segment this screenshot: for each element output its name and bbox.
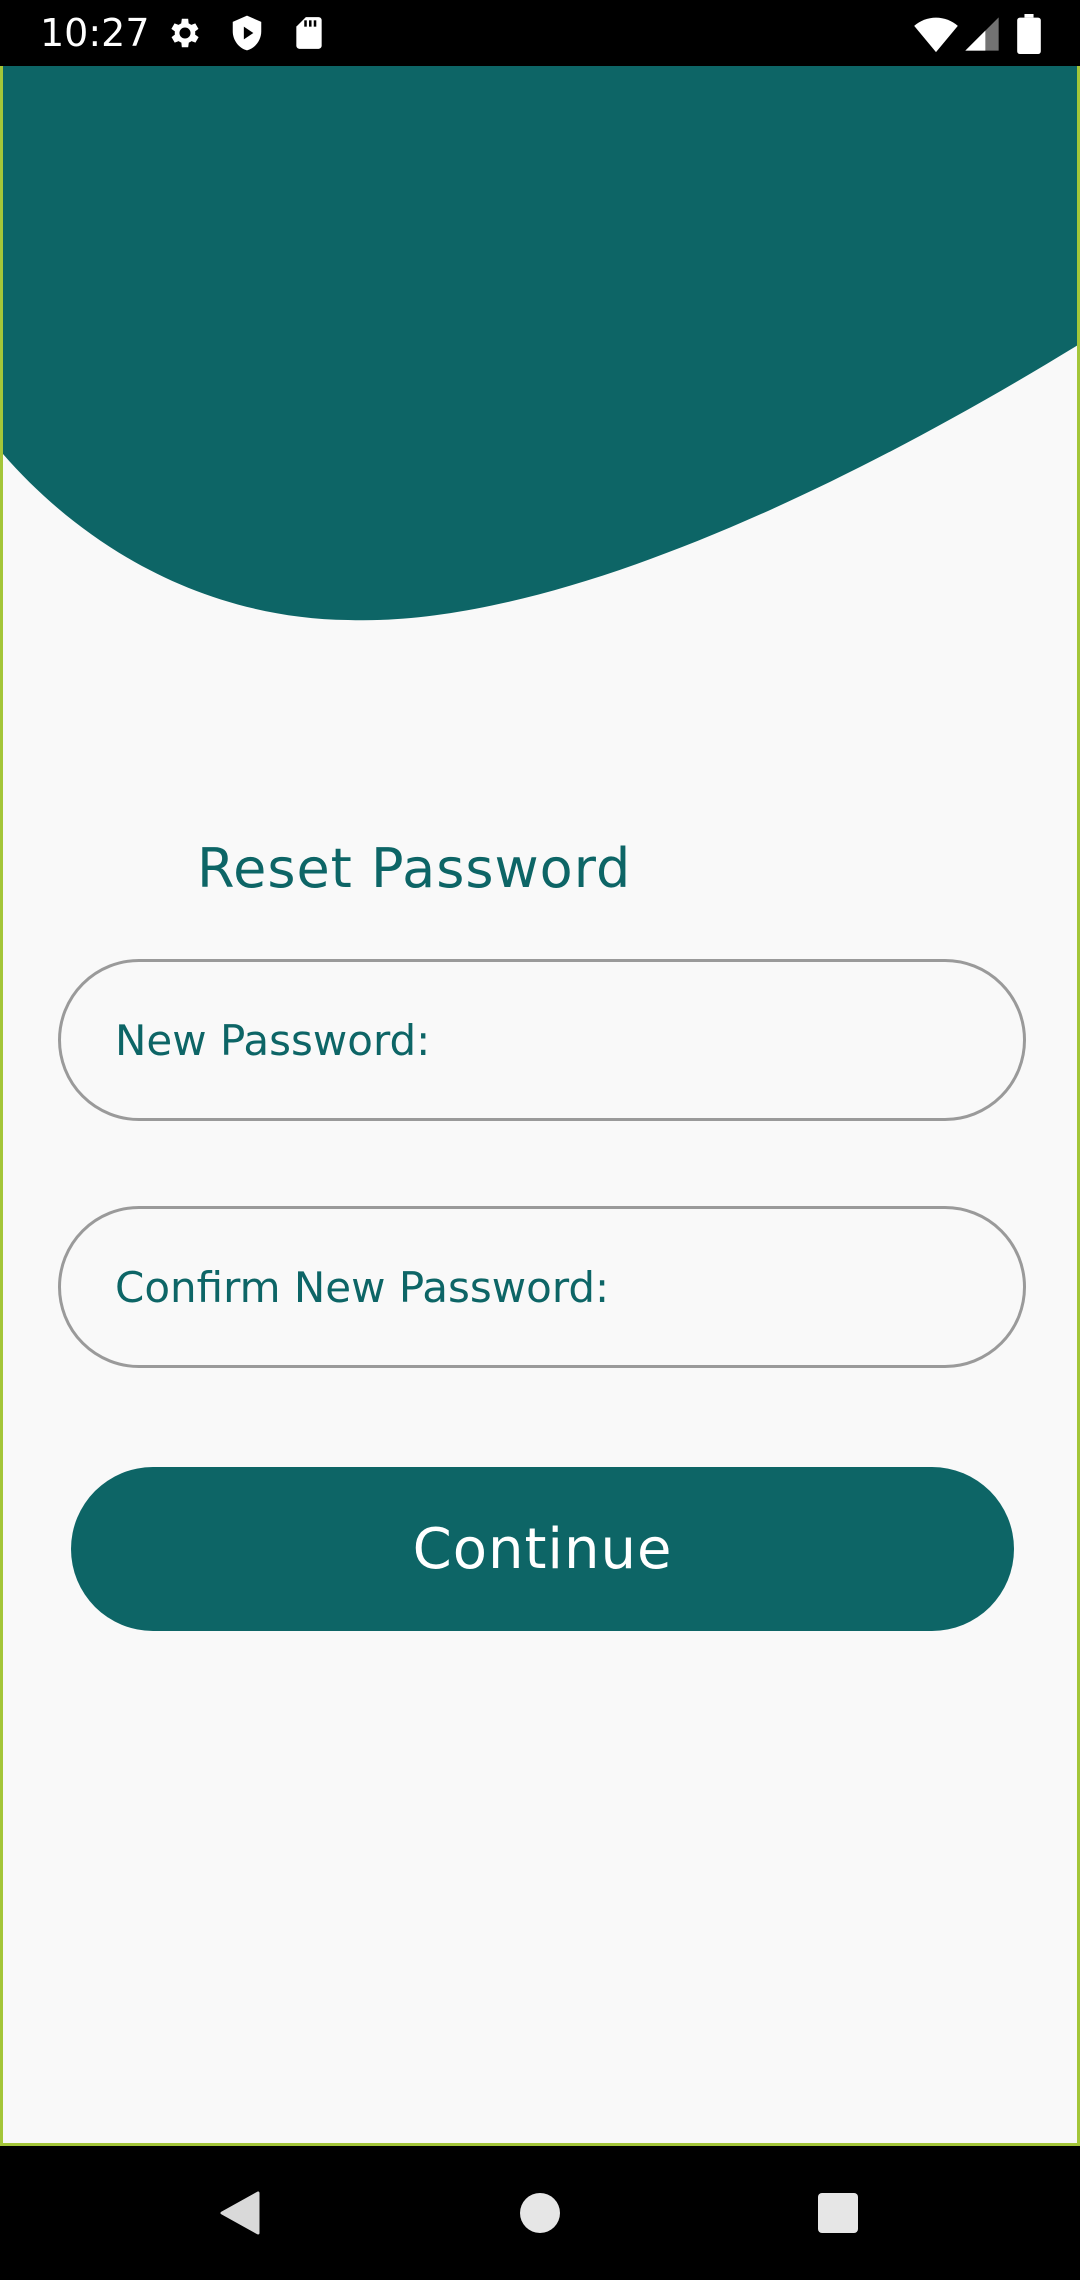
wifi-icon xyxy=(914,17,958,53)
confirm-password-field[interactable]: Confirm New Password: xyxy=(58,1206,1026,1368)
navigation-bar xyxy=(0,2146,1080,2280)
phone-screen: 10:27 Reset Password New Password: Confi… xyxy=(0,0,1080,2280)
home-icon xyxy=(520,2193,560,2233)
settings-icon xyxy=(171,18,199,48)
recents-icon xyxy=(818,2193,858,2233)
sd-card-icon xyxy=(296,17,322,49)
home-button[interactable] xyxy=(480,2146,600,2280)
page-title: Reset Password xyxy=(197,837,632,900)
confirm-password-input[interactable] xyxy=(621,1261,1023,1313)
back-button[interactable] xyxy=(180,2146,300,2280)
new-password-field[interactable]: New Password: xyxy=(58,959,1026,1121)
reset-password-screen: Reset Password New Password: Confirm New… xyxy=(0,66,1080,2146)
status-bar: 10:27 xyxy=(0,0,1080,66)
shield-play-icon xyxy=(232,15,262,51)
header-wave-shape xyxy=(3,66,1077,621)
confirm-password-label: Confirm New Password: xyxy=(115,1262,610,1312)
status-time: 10:27 xyxy=(40,11,150,55)
battery-icon xyxy=(1017,14,1041,54)
cell-signal-icon xyxy=(965,17,999,51)
new-password-input[interactable] xyxy=(442,1014,1023,1066)
continue-button[interactable]: Continue xyxy=(71,1467,1014,1631)
recents-button[interactable] xyxy=(778,2146,898,2280)
new-password-label: New Password: xyxy=(115,1015,431,1065)
back-icon xyxy=(220,2191,260,2235)
